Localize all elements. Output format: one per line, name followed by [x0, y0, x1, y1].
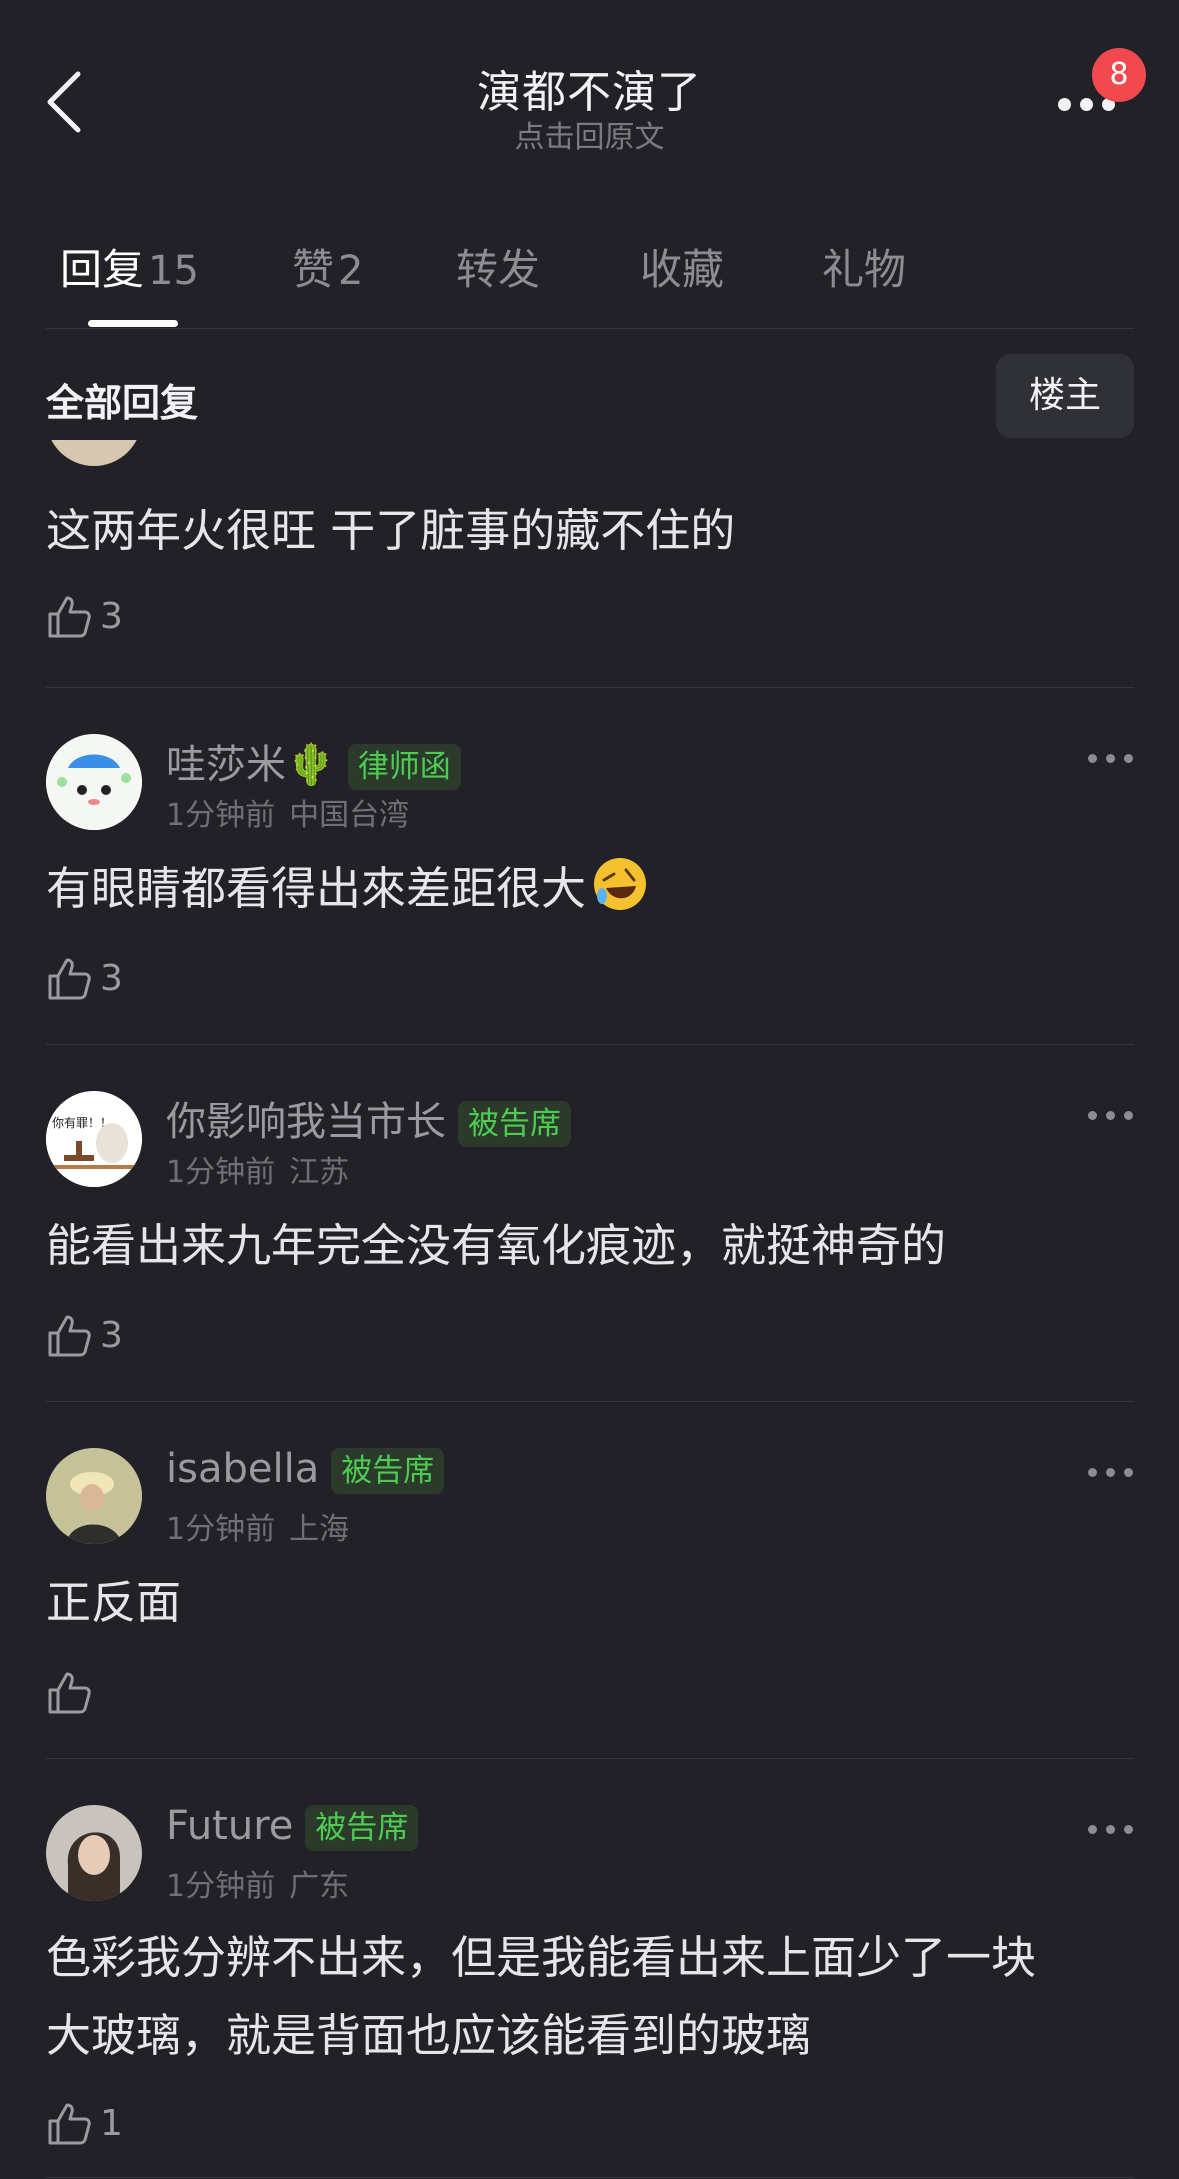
location: 上海 [289, 1512, 350, 1547]
comment-meta: 1分钟前 江苏 [166, 1147, 349, 1191]
cat-judge-avatar-icon: 你有罪！！ [46, 1091, 142, 1187]
comment-item: 你有罪！！ 你影响我当市长 被告席 1分钟前 江苏 能看出来九年完全没有氧化痕迹，就… [0, 1045, 1179, 1402]
comment-text-line: 色彩我分辨不出来，但是我能看出来上面少了一块 [46, 1931, 1037, 1984]
like-count: 1 [100, 2103, 123, 2144]
username-text: isabella [166, 1446, 320, 1492]
timestamp: 1分钟前 [166, 1869, 276, 1904]
notification-badge: 8 [1092, 48, 1146, 102]
dot-icon [1106, 1468, 1115, 1477]
timestamp: 1分钟前 [166, 1155, 276, 1190]
dot-icon [1124, 754, 1133, 763]
thumbs-up-icon [48, 1672, 91, 1714]
section-title: 全部回复 [46, 381, 199, 425]
comment-more-button[interactable] [1088, 1107, 1134, 1127]
dot-icon [1106, 1111, 1115, 1120]
comment-meta: 1分钟前 上海 [166, 1504, 349, 1548]
comment-text: 这两年火很旺 干了脏事的藏不住的 [46, 504, 736, 557]
thumbs-up-icon [48, 1315, 91, 1357]
tab-count: 2 [338, 248, 364, 294]
photo-avatar-icon [46, 1448, 142, 1544]
username[interactable]: isabella 被告席 [166, 1446, 445, 1494]
avatar[interactable] [46, 1805, 142, 1901]
op-only-filter-button[interactable]: 楼主 [996, 354, 1134, 438]
avatar[interactable] [46, 1448, 142, 1544]
dot-icon [1080, 98, 1093, 111]
top-bar: 演都不演了 点击回原文 8 [0, 0, 1179, 170]
username[interactable]: Future 被告席 [166, 1803, 419, 1851]
cartoon-avatar-icon [46, 734, 142, 830]
dot-icon [1088, 1111, 1097, 1120]
username-text: 你影响我当市长 [166, 1099, 446, 1145]
tab-reposts[interactable]: 转发 [456, 236, 540, 297]
like-count: 3 [100, 958, 123, 999]
username-text: 哇莎米🌵 [166, 742, 336, 788]
timestamp: 1分钟前 [166, 798, 276, 833]
dot-icon [1088, 1825, 1097, 1834]
user-tag: 被告席 [458, 1101, 571, 1147]
username[interactable]: 你影响我当市长 被告席 [166, 1089, 571, 1147]
location: 中国台湾 [289, 798, 410, 833]
thumbs-up-icon [48, 958, 91, 1000]
like-count: 3 [100, 1315, 123, 1356]
tab-likes[interactable]: 赞2 [292, 236, 363, 297]
user-tag: 被告席 [331, 1448, 445, 1494]
user-tag: 律师函 [347, 744, 461, 790]
thumbs-up-icon [48, 2103, 91, 2145]
dot-icon [1124, 1111, 1133, 1120]
thumbs-up-icon [48, 596, 91, 638]
divider [46, 2177, 1134, 2178]
dot-icon [1124, 1468, 1133, 1477]
tab-gifts[interactable]: 礼物 [822, 236, 906, 297]
dot-icon [1106, 1825, 1115, 1834]
timestamp: 1分钟前 [166, 1512, 276, 1547]
dot-icon [1088, 1468, 1097, 1477]
rofl-emoji-icon [594, 858, 647, 910]
comment-more-button[interactable] [1088, 1464, 1134, 1484]
like-count: 3 [100, 596, 123, 637]
tab-bar: 回复 15 赞2 转发 收藏 礼物 [0, 226, 1179, 330]
back-to-post-link[interactable]: 点击回原文 [0, 112, 1179, 156]
comment-list: 这两年火很旺 干了脏事的藏不住的 3 哇莎米🌵 律师函 1分钟前 中国台湾 有眼… [0, 440, 1179, 2179]
tab-label: 赞 [292, 245, 335, 294]
comment-meta: 1分钟前 广东 [166, 1861, 349, 1905]
tab-count: 15 [148, 248, 199, 294]
avatar[interactable]: 你有罪！！ [46, 1091, 142, 1187]
tab-label: 转发 [456, 245, 541, 294]
dot-icon [1106, 754, 1115, 763]
dot-icon [1088, 754, 1097, 763]
dot-icon [1124, 1825, 1133, 1834]
tab-favorites[interactable]: 收藏 [640, 236, 724, 297]
comment-item: 哇莎米🌵 律师函 1分钟前 中国台湾 有眼睛都看得出來差距很大 3 [0, 688, 1179, 1045]
photo-avatar-icon [46, 1805, 142, 1901]
location: 江苏 [289, 1155, 350, 1190]
active-tab-indicator [88, 320, 178, 327]
comment-meta: 1分钟前 中国台湾 [166, 790, 409, 834]
tab-label: 礼物 [822, 245, 907, 294]
comment-text: 正反面 [46, 1576, 182, 1629]
post-title[interactable]: 演都不演了 [0, 56, 1179, 120]
tab-label: 回复 [60, 245, 145, 294]
username-text: Future [166, 1803, 294, 1849]
tab-label: 收藏 [640, 245, 725, 294]
comment-text: 色彩我分辨不出来，但是我能看出来上面少了一块 大玻璃，就是背面也应该能看到的玻璃 [46, 1919, 1134, 2075]
comment-more-button[interactable] [1088, 750, 1134, 770]
comment-item: Future 被告席 1分钟前 广东 色彩我分辨不出来，但是我能看出来上面少了一块 … [0, 1759, 1179, 2179]
avatar[interactable] [46, 734, 142, 830]
avatar[interactable] [46, 440, 142, 466]
comment-item: isabella 被告席 1分钟前 上海 正反面 [0, 1402, 1179, 1759]
comment-text: 能看出来九年完全没有氧化痕迹，就挺神奇的 [46, 1219, 947, 1272]
comment-text-body: 有眼睛都看得出來差距很大 [46, 862, 587, 915]
comment-page: 演都不演了 点击回原文 8 回复15 赞2 转发 收藏 礼物 全部回复 楼主 [0, 0, 1179, 2179]
divider [46, 328, 1134, 329]
comment-item: 这两年火很旺 干了脏事的藏不住的 3 [0, 440, 1179, 688]
comment-text: 有眼睛都看得出來差距很大 [46, 850, 1134, 928]
tab-replies[interactable]: 回复 15 [60, 236, 199, 297]
location: 广东 [289, 1869, 350, 1904]
user-tag: 被告席 [305, 1805, 419, 1851]
dot-icon [1058, 98, 1071, 111]
comment-text-line: 大玻璃，就是背面也应该能看到的玻璃 [46, 2009, 812, 2062]
username[interactable]: 哇莎米🌵 律师函 [166, 732, 461, 790]
comment-more-button[interactable] [1088, 1821, 1134, 1841]
